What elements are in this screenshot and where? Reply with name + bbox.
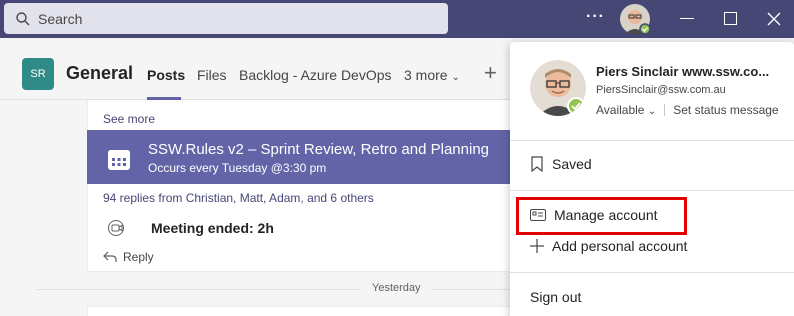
status-label: Available xyxy=(596,103,645,117)
profile-avatar xyxy=(530,60,586,116)
sign-out-label: Sign out xyxy=(530,289,582,305)
see-more-link[interactable]: See more xyxy=(103,112,155,126)
minimize-button[interactable] xyxy=(680,18,694,19)
menu-divider xyxy=(510,272,794,273)
menu-divider xyxy=(510,140,794,141)
add-personal-account-menu-item[interactable]: Add personal account xyxy=(530,238,687,254)
chevron-down-icon: ⌄ xyxy=(647,106,657,117)
status-selector[interactable]: Available ⌄ xyxy=(596,103,656,117)
video-call-icon xyxy=(108,220,124,236)
channel-name: General xyxy=(66,63,134,83)
date-divider-line xyxy=(36,289,510,290)
reply-label: Reply xyxy=(123,250,154,264)
set-status-button[interactable]: Set status message xyxy=(673,103,778,117)
status-divider xyxy=(664,104,666,116)
bookmark-icon xyxy=(531,156,543,172)
meeting-title: SSW.Rules v2 – Sprint Review, Retro and … xyxy=(148,141,490,158)
profile-email: PiersSinclair@ssw.com.au xyxy=(596,84,726,96)
date-divider-label: Yesterday xyxy=(360,282,433,294)
profile-avatar-button[interactable] xyxy=(620,4,651,35)
search-placeholder: Search xyxy=(38,10,83,27)
team-avatar[interactable]: SR xyxy=(22,58,54,90)
reply-button[interactable]: Reply xyxy=(103,250,154,264)
search-icon xyxy=(16,11,30,25)
calendar-icon xyxy=(108,150,130,170)
profile-menu: Piers Sinclair www.ssw.co... PiersSincla… xyxy=(510,42,794,316)
chevron-down-icon: ⌄ xyxy=(451,72,460,83)
tab-more-label: 3 more xyxy=(404,67,448,83)
profile-name: Piers Sinclair www.ssw.co... xyxy=(596,64,770,79)
meeting-ended-text: Meeting ended: 2h xyxy=(151,220,274,236)
add-personal-account-label: Add personal account xyxy=(552,238,688,254)
meeting-schedule: Occurs every Tuesday @3:30 pm xyxy=(148,161,327,175)
close-icon[interactable] xyxy=(766,11,782,27)
title-bar: Search ··· xyxy=(0,0,794,38)
tab-backlog[interactable]: Backlog - Azure DevOps xyxy=(239,67,392,83)
more-options-icon[interactable]: ··· xyxy=(586,8,605,26)
menu-divider xyxy=(510,190,794,191)
add-tab-button[interactable]: + xyxy=(484,60,497,86)
saved-label: Saved xyxy=(552,156,592,172)
search-input[interactable]: Search xyxy=(4,3,448,34)
reply-icon xyxy=(103,251,117,262)
next-post-card xyxy=(87,306,517,316)
highlight-box xyxy=(516,197,687,235)
plus-icon xyxy=(530,239,544,253)
tab-posts[interactable]: Posts xyxy=(147,67,185,83)
maximize-button[interactable] xyxy=(724,12,737,25)
status-row: Available ⌄ Set status message xyxy=(596,103,779,117)
saved-menu-item[interactable]: Saved xyxy=(530,156,592,172)
tab-files[interactable]: Files xyxy=(197,67,227,83)
channel-header: SR General Posts Files Backlog - Azure D… xyxy=(0,38,510,100)
tab-more[interactable]: 3 more ⌄ xyxy=(404,67,460,83)
replies-link[interactable]: 94 replies from Christian, Matt, Adam, a… xyxy=(103,191,374,205)
sign-out-menu-item[interactable]: Sign out xyxy=(530,289,581,305)
